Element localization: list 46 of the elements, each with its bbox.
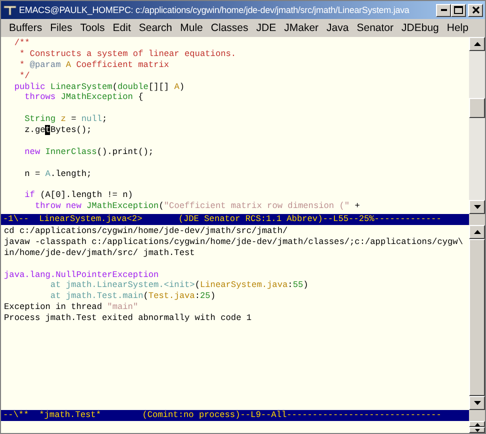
code-line: z.getBytes(); — [24, 125, 92, 136]
scroll-thumb[interactable] — [469, 98, 485, 118]
scrollbar[interactable] — [469, 37, 485, 214]
app-icon — [3, 4, 17, 16]
output-line: at jmath.LinearSystem.<init>(LinearSystem.java:55) — [49, 280, 308, 292]
menu-item[interactable]: Buffers — [5, 22, 46, 34]
menu-item[interactable]: Search — [134, 22, 176, 34]
menu-item[interactable]: Senator — [352, 22, 398, 34]
menu-item[interactable]: JMaker — [280, 22, 323, 34]
menu-item[interactable]: JDE — [252, 22, 280, 34]
output-line: cd c:/applications/cygwin/home/jde-dev/jmath/src/jmath/ — [4, 226, 288, 237]
menu-item[interactable]: Edit — [108, 22, 135, 34]
code-line: new InnerClass().print(); — [24, 146, 154, 158]
menu-item[interactable]: Files — [46, 22, 76, 34]
code-line: throw new JMathException("Coefficient matrix row dimension (" + — [34, 201, 360, 212]
menu-item[interactable]: Help — [442, 22, 472, 34]
scrollbar[interactable] — [469, 225, 485, 410]
minimize-icon — [440, 9, 446, 11]
code-line: if (A[0].length != n) — [24, 190, 133, 202]
output-line: Exception in thread "main" — [4, 302, 138, 314]
minimize-button[interactable] — [436, 4, 451, 16]
output-line: javaw -classpath c:/applications/cygwin/home/jde-dev/jmath/classes/;c:/applications/cygw\ — [4, 236, 463, 248]
code-line: throws JMathException { — [24, 92, 144, 104]
scroll-thumb[interactable] — [469, 239, 485, 396]
menu-item[interactable]: Java — [322, 22, 353, 34]
output-line: at jmath.Test.main(Test.java:25) — [49, 291, 216, 302]
code-line: */ — [18, 70, 30, 82]
code-line: * @param A Coefficient matrix — [18, 60, 170, 71]
output-line: java.lang.NullPointerException — [4, 270, 159, 280]
code-line: String z = null; — [24, 114, 108, 126]
menu-item[interactable]: Classes — [206, 22, 252, 34]
output-line: Process jmath.Test exited abnormally with code 1 — [4, 313, 252, 324]
code-line: public LinearSystem(double[][] A) — [13, 82, 185, 92]
menu-item[interactable]: JDEbug — [398, 22, 443, 34]
output-line: in/home/jde-dev/jmath/src/ jmath.Test — [4, 248, 195, 259]
maximize-button[interactable] — [451, 4, 466, 16]
scrollbar[interactable] — [469, 421, 485, 433]
code-line: * Constructs a system of linear equations. — [18, 48, 236, 60]
close-icon — [472, 6, 480, 14]
menu-item[interactable]: Mule — [176, 22, 207, 34]
code-line: n = A.length; — [24, 168, 92, 180]
code-line: /** — [13, 38, 30, 49]
close-button[interactable] — [468, 4, 483, 16]
window-title: EMACS@PAULK_HOMEPC: c:/applications/cygwin/home/jde-dev/jmath/src/jmath/LinearSystem.java — [19, 5, 410, 15]
menu-item[interactable]: Tools — [76, 22, 109, 34]
maximize-icon — [454, 6, 463, 14]
